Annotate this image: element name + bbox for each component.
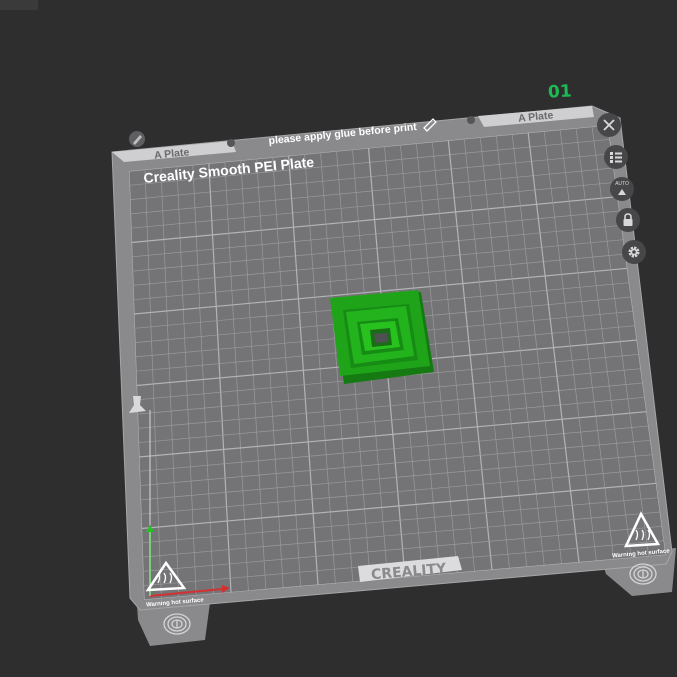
- auto-arrange-icon: [618, 189, 626, 195]
- model-object[interactable]: [330, 290, 434, 384]
- lock-icon: [623, 213, 633, 226]
- build-plate-viewport[interactable]: A Plate A Plate please apply glue before…: [0, 0, 677, 677]
- lock-plate-button[interactable]: [616, 208, 640, 232]
- plate-list-button[interactable]: [604, 145, 628, 169]
- edit-plate-name-icon[interactable]: [129, 131, 145, 147]
- plate-peg-right: [467, 116, 475, 124]
- gear-icon: [628, 246, 640, 258]
- auto-arrange-button[interactable]: AUTO: [610, 177, 634, 201]
- close-icon: [603, 119, 615, 131]
- fingerprint-icon-left: [163, 613, 191, 635]
- close-plate-button[interactable]: [597, 113, 621, 137]
- list-icon: [610, 152, 622, 163]
- plate-settings-button[interactable]: [622, 240, 646, 264]
- fingerprint-icon-right: [629, 563, 657, 585]
- plate-peg-left: [227, 139, 235, 147]
- plate-index: 01: [547, 81, 573, 103]
